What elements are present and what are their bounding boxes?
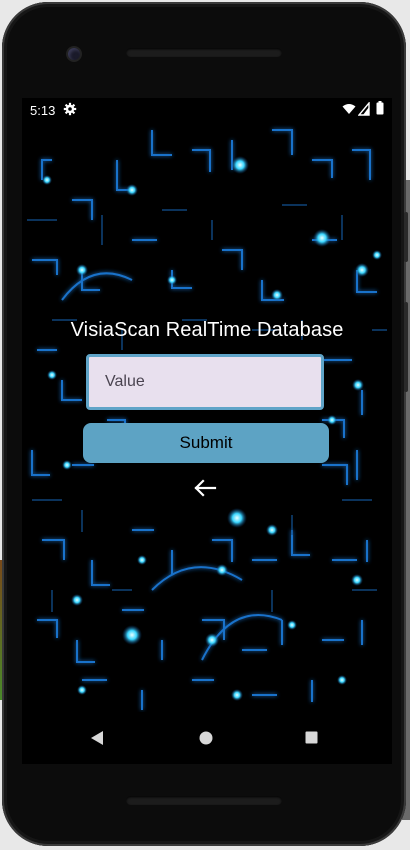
screen: 5:13 VisiaScan RealTime Database Value S… xyxy=(22,98,392,764)
value-field[interactable] xyxy=(86,354,324,410)
circuit-background xyxy=(27,129,387,710)
submit-button[interactable]: Submit xyxy=(83,423,329,463)
value-input[interactable] xyxy=(89,357,321,407)
nav-back-icon[interactable] xyxy=(90,730,104,746)
front-camera xyxy=(68,48,80,60)
gear-icon xyxy=(63,102,77,116)
navigation-bar xyxy=(22,712,392,764)
circuit-traces xyxy=(31,129,377,710)
volume-button xyxy=(404,302,408,392)
nav-home-icon[interactable] xyxy=(199,731,213,745)
phone-frame: 5:13 VisiaScan RealTime Database Value S… xyxy=(2,2,408,846)
status-bar: 5:13 xyxy=(22,98,392,122)
bottom-speaker xyxy=(126,796,282,805)
top-speaker xyxy=(126,48,282,57)
wifi-icon xyxy=(342,104,356,114)
battery-icon xyxy=(376,101,384,115)
nav-recents-icon[interactable] xyxy=(305,731,318,744)
back-arrow-icon[interactable] xyxy=(193,478,217,498)
signal-icon xyxy=(358,102,370,116)
status-time: 5:13 xyxy=(30,103,56,118)
app-title: VisiaScan RealTime Database xyxy=(70,319,344,341)
power-button xyxy=(404,212,408,262)
